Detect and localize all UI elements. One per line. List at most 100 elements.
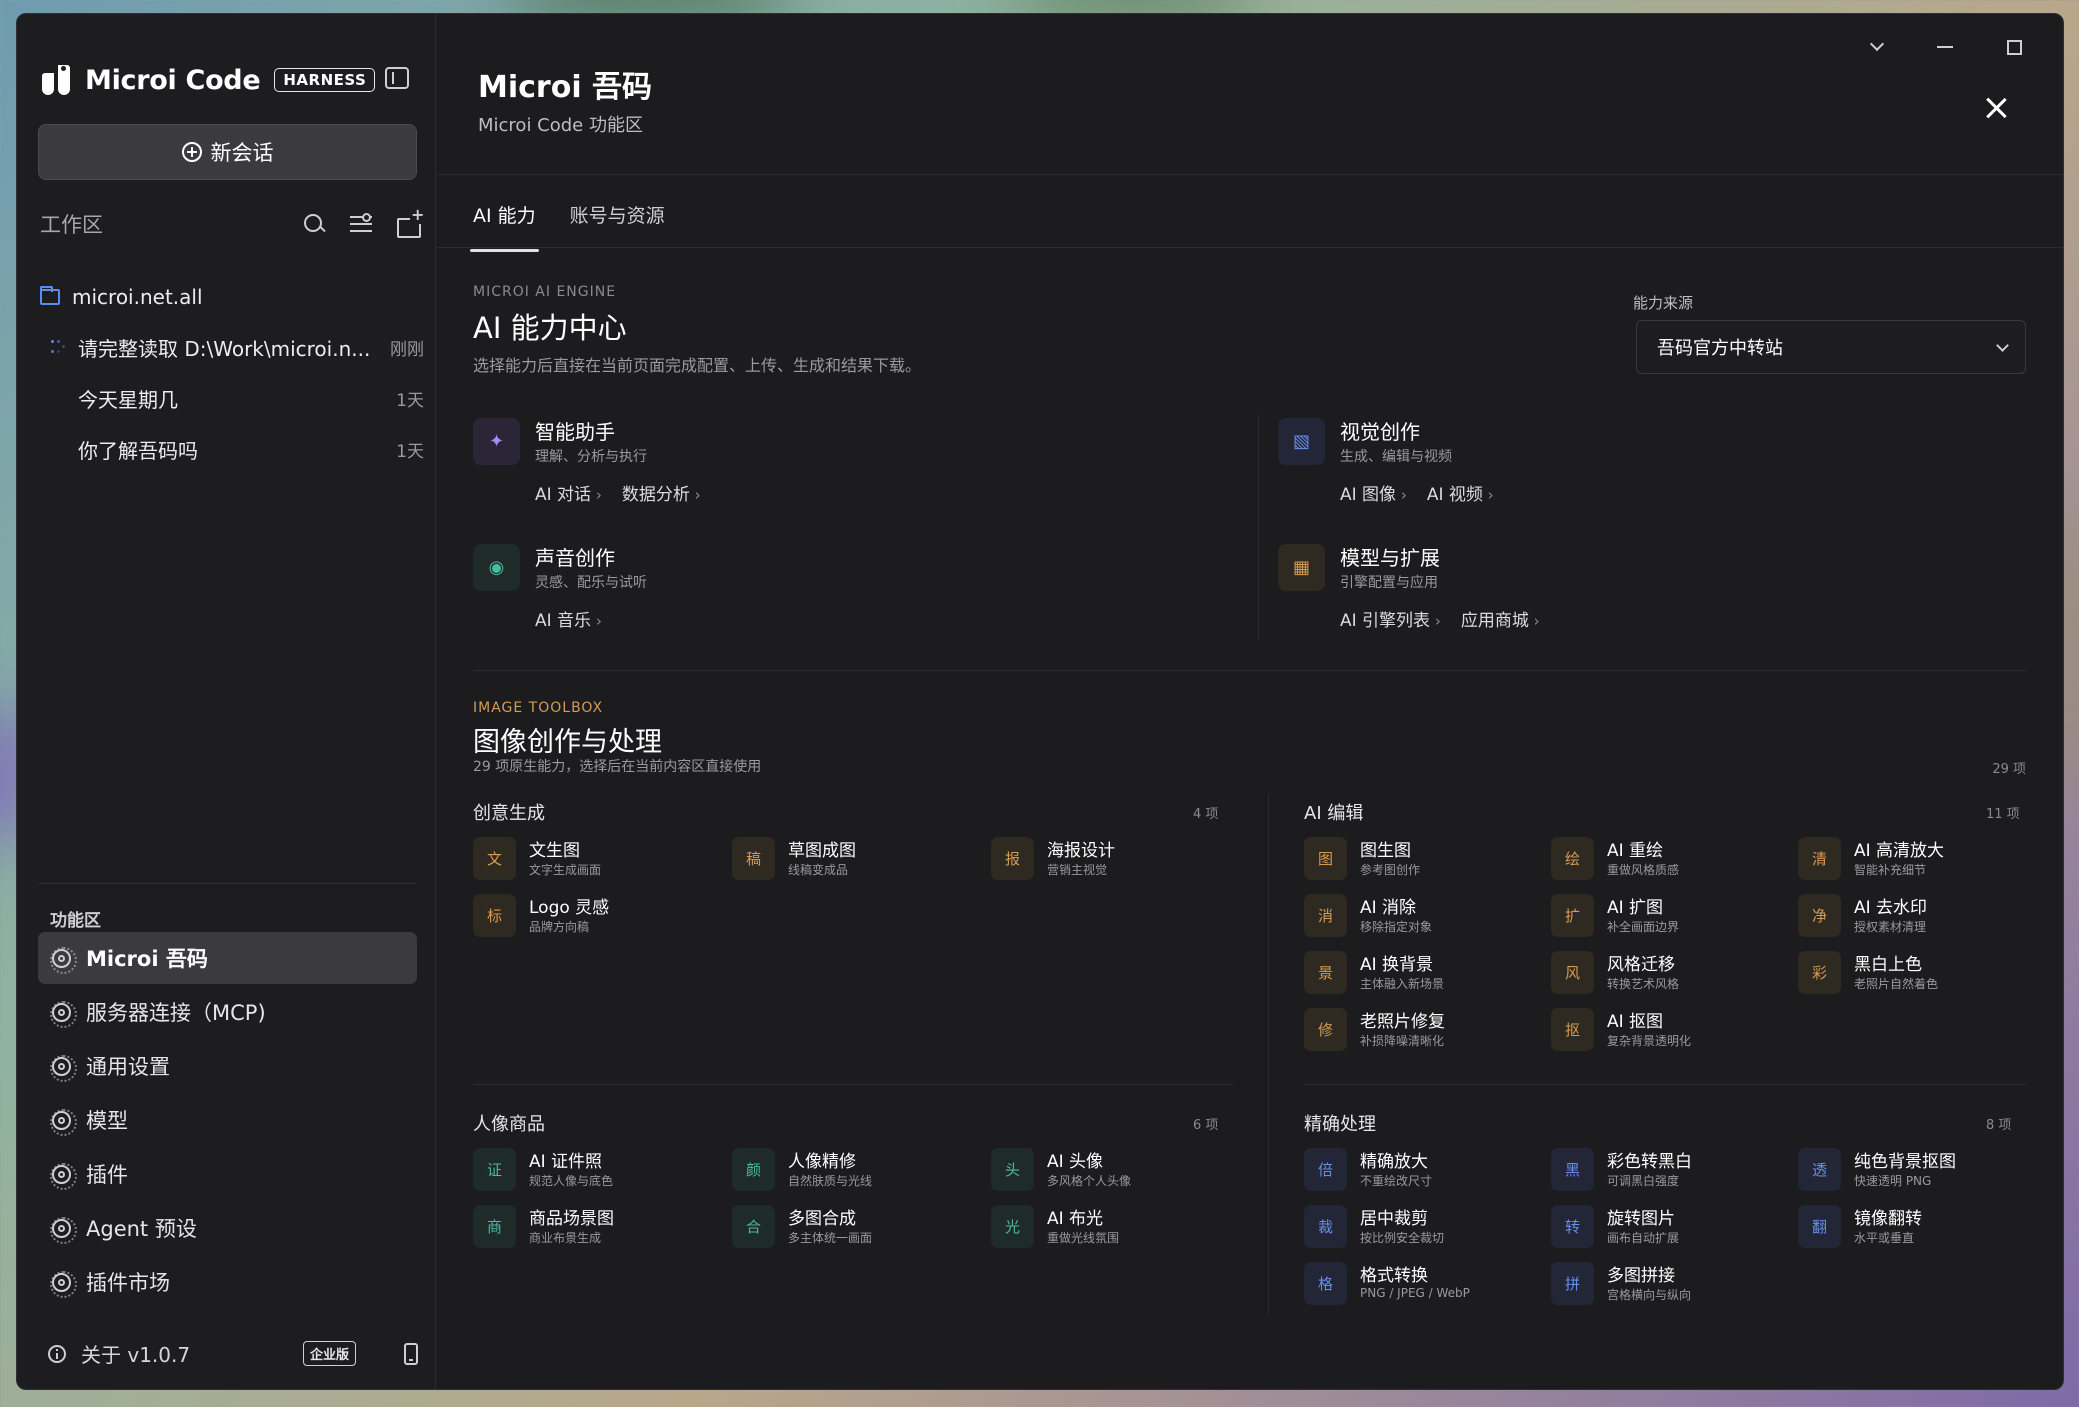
- capability-link[interactable]: 数据分析: [622, 480, 701, 505]
- new-chat-button[interactable]: 新会话: [38, 124, 417, 180]
- workspace-folder[interactable]: microi.net.all: [40, 277, 424, 317]
- tool-item[interactable]: 净 AI 去水印 授权素材清理: [1798, 894, 2043, 944]
- sidebar-toggle-icon[interactable]: [385, 67, 409, 89]
- tool-icon: 风: [1551, 951, 1594, 994]
- tool-item[interactable]: 报海报设计 营销主视觉: [991, 837, 1236, 887]
- tool-subtitle: 宫格横向与纵向: [1607, 1288, 1692, 1302]
- app-logo-icon: [40, 63, 74, 97]
- tool-item[interactable]: 拼多图拼接 宫格横向与纵向: [1551, 1262, 1796, 1312]
- tool-item[interactable]: 翻镜像翻转 水平或垂直: [1798, 1205, 2043, 1255]
- total-count: 29 项: [1992, 762, 2026, 777]
- tool-item[interactable]: 修老照片修复 补损降噪清晰化: [1304, 1008, 1549, 1058]
- tool-item[interactable]: 光 AI 布光 重做光线氛围: [991, 1205, 1236, 1255]
- minimize-button[interactable]: [1925, 32, 1965, 62]
- tool-subtitle: 多主体统一画面: [788, 1231, 873, 1245]
- folder-label: microi.net.all: [72, 285, 203, 309]
- tab-ai-capabilities[interactable]: AI 能力: [470, 201, 539, 252]
- session-item[interactable]: 你了解吾码吗 1天: [40, 429, 424, 469]
- tool-title: 多图拼接: [1607, 1266, 1675, 1286]
- tool-item[interactable]: 抠 AI 抠图 复杂背景透明化: [1551, 1008, 1796, 1058]
- tool-item[interactable]: 黑彩色转黑白 可调黑白强度: [1551, 1148, 1796, 1198]
- session-title: 请完整读取 D:\Work\microi.n...: [78, 336, 371, 361]
- tool-item[interactable]: 裁居中裁剪 按比例安全裁切: [1304, 1205, 1549, 1255]
- new-folder-icon[interactable]: [396, 205, 426, 238]
- source-select[interactable]: 吾码官方中转站: [1636, 320, 2026, 374]
- tool-item[interactable]: 绘 AI 重绘 重做风格质感: [1551, 837, 1796, 887]
- tool-item[interactable]: 文文生图 文字生成画面: [473, 837, 718, 887]
- func-item-agent-presets[interactable]: Agent 预设: [38, 1202, 417, 1254]
- capability-title: 声音创作: [535, 546, 615, 570]
- capability-link[interactable]: AI 引擎列表: [1340, 606, 1441, 631]
- capability-title: 智能助手: [535, 420, 615, 444]
- session-item[interactable]: 今天星期几 1天: [40, 378, 424, 418]
- tool-item[interactable]: 风风格迁移 转换艺术风格: [1551, 951, 1796, 1001]
- tool-item[interactable]: 消 AI 消除 移除指定对象: [1304, 894, 1549, 944]
- tool-subtitle: 自然肤质与光线: [788, 1174, 873, 1188]
- tool-item[interactable]: 头 AI 头像 多风格个人头像: [991, 1148, 1236, 1198]
- tool-item[interactable]: 彩黑白上色 老照片自然着色: [1798, 951, 2043, 1001]
- tool-item[interactable]: 透纯色背景抠图 快速透明 PNG: [1798, 1148, 2043, 1198]
- session-item[interactable]: 请完整读取 D:\Work\microi.n... 刚刚: [40, 327, 424, 367]
- mobile-icon[interactable]: [404, 1342, 418, 1365]
- source-select-value: 吾码官方中转站: [1657, 338, 1783, 359]
- session-time: 1天: [396, 441, 424, 462]
- func-item-models[interactable]: 模型: [38, 1094, 417, 1146]
- tool-subtitle: 可调黑白强度: [1607, 1174, 1680, 1188]
- tool-item[interactable]: 扩 AI 扩图 补全画面边界: [1551, 894, 1796, 944]
- panel-close-icon[interactable]: [1985, 97, 2007, 119]
- tool-item[interactable]: 格格式转换 PNG / JPEG / WebP: [1304, 1262, 1549, 1312]
- tool-title: 图生图: [1360, 841, 1411, 861]
- search-icon[interactable]: [302, 212, 326, 236]
- gear-icon: [50, 1000, 77, 1028]
- func-item-plugins[interactable]: 插件: [38, 1148, 417, 1200]
- tool-subtitle: 不重绘改尺寸: [1360, 1174, 1433, 1188]
- tool-item[interactable]: 稿草图成图 线稿变成品: [732, 837, 977, 887]
- tool-title: 纯色背景抠图: [1854, 1152, 1956, 1172]
- tool-subtitle: 补全画面边界: [1607, 920, 1680, 934]
- tool-item[interactable]: 图图生图 参考图创作: [1304, 837, 1549, 887]
- tool-item[interactable]: 景 AI 换背景 主体融入新场景: [1304, 951, 1549, 1001]
- tool-subtitle: 按比例安全裁切: [1360, 1231, 1445, 1245]
- tool-item[interactable]: 颜人像精修 自然肤质与光线: [732, 1148, 977, 1198]
- tool-icon: 消: [1304, 894, 1347, 937]
- capability-link[interactable]: AI 对话: [535, 480, 602, 505]
- tool-subtitle: 线稿变成品: [788, 863, 849, 877]
- func-item-general-settings[interactable]: 通用设置: [38, 1040, 417, 1092]
- tool-subtitle: 重做光线氛围: [1047, 1231, 1120, 1245]
- tool-title: AI 证件照: [529, 1152, 603, 1172]
- tool-title: AI 扩图: [1607, 898, 1664, 918]
- session-title: 你了解吾码吗: [78, 438, 198, 463]
- window-close-button[interactable]: [2063, 32, 2064, 62]
- filter-settings-icon[interactable]: [349, 212, 373, 236]
- capability-link[interactable]: 应用商城: [1461, 606, 1540, 631]
- tool-icon: 稿: [732, 837, 775, 880]
- tool-item[interactable]: 合多图合成 多主体统一画面: [732, 1205, 977, 1255]
- func-item-plugin-market[interactable]: 插件市场: [38, 1256, 417, 1308]
- loading-spinner-icon: [51, 340, 65, 354]
- panel-header: Microi 吾码 Microi Code 功能区: [478, 62, 652, 137]
- tool-item[interactable]: 清 AI 高清放大 智能补充细节: [1798, 837, 2043, 887]
- func-item-mcp[interactable]: 服务器连接（MCP): [38, 986, 417, 1038]
- tool-item[interactable]: 倍精确放大 不重绘改尺寸: [1304, 1148, 1549, 1198]
- about-link[interactable]: 关于 v1.0.7: [81, 1339, 190, 1368]
- capability-link[interactable]: AI 音乐: [535, 606, 602, 631]
- maximize-button[interactable]: [1994, 32, 2034, 62]
- section-desc: 选择能力后直接在当前页面完成配置、上传、生成和结果下载。: [473, 356, 922, 375]
- func-item-label: 通用设置: [86, 1055, 170, 1079]
- window-menu-button[interactable]: [1857, 32, 1897, 62]
- tool-item[interactable]: 商商品场景图 商业布景生成: [473, 1205, 718, 1255]
- tool-subtitle: 快速透明 PNG: [1854, 1174, 1932, 1188]
- tool-icon: 图: [1304, 837, 1347, 880]
- capability-link[interactable]: AI 图像: [1340, 480, 1407, 505]
- gear-icon: [50, 946, 77, 974]
- tool-item[interactable]: 证 AI 证件照 规范人像与底色: [473, 1148, 718, 1198]
- func-item-microi[interactable]: Microi 吾码: [38, 932, 417, 984]
- tab-account-resources[interactable]: 账号与资源: [570, 201, 665, 252]
- capability-link[interactable]: AI 视频: [1427, 480, 1494, 505]
- tool-item[interactable]: 标 Logo 灵感 品牌方向稿: [473, 894, 718, 944]
- tool-subtitle: 老照片自然着色: [1854, 977, 1939, 991]
- tool-title: AI 高清放大: [1854, 841, 1945, 861]
- tool-item[interactable]: 转旋转图片 画布自动扩展: [1551, 1205, 1796, 1255]
- tool-title: 精确放大: [1360, 1152, 1428, 1172]
- tool-title: AI 抠图: [1607, 1012, 1664, 1032]
